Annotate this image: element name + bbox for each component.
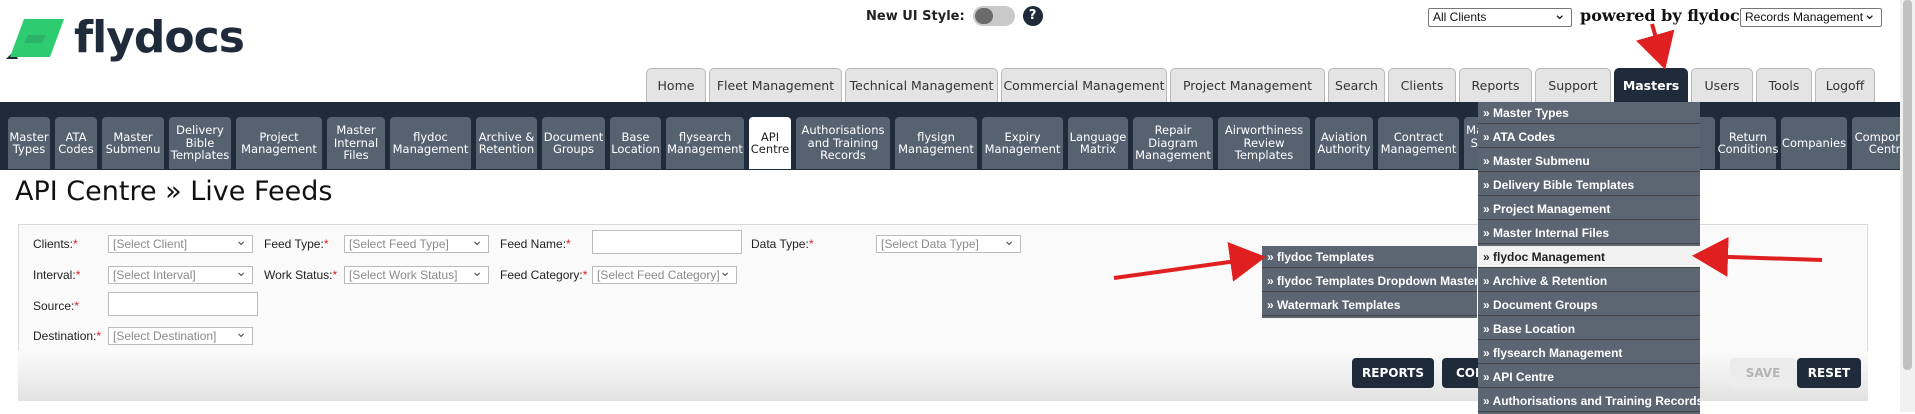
masters-menu-item-project-management[interactable]: » Project Management <box>1478 198 1700 220</box>
destination-select[interactable]: [Select Destination] <box>108 324 253 345</box>
logo-text: flydocs <box>74 12 245 63</box>
masters-menu-item-archive-retention[interactable]: » Archive & Retention <box>1478 270 1700 292</box>
source-label: Source:* <box>33 299 80 313</box>
masters-menu-item-api-centre[interactable]: » API Centre <box>1478 366 1700 388</box>
clients-select[interactable]: [Select Client] <box>108 232 253 253</box>
main-tab-home[interactable]: Home <box>646 68 706 102</box>
main-tab-users[interactable]: Users <box>1691 68 1753 102</box>
masters-menu-item-base-location[interactable]: » Base Location <box>1478 318 1700 340</box>
data-type-label: Data Type:* <box>751 237 814 251</box>
client-select[interactable]: All Clients <box>1428 5 1572 27</box>
flydoc-menu-item-flydoc-templates[interactable]: » flydoc Templates <box>1262 246 1477 268</box>
masters-dropdown-menu: » Master Types» ATA Codes» Master Submen… <box>1478 102 1700 414</box>
main-navigation: Home Fleet Management Technical Management… <box>646 68 1878 102</box>
feed-category-label: Feed Category:* <box>500 268 588 282</box>
feed-type-label: Feed Type:* <box>264 237 329 251</box>
sub-tab-language-matrix[interactable]: Language Matrix <box>1068 117 1128 169</box>
work-status-label: Work Status:* <box>264 268 338 282</box>
sub-tab-project-management[interactable]: Project Management <box>236 117 322 169</box>
interval-select[interactable]: [Select Interval] <box>108 263 253 284</box>
sub-tab-master-types[interactable]: Master Types <box>8 117 50 169</box>
sub-tab-contract-management[interactable]: Contract Management <box>1378 117 1459 169</box>
flydocs-logo[interactable]: flydocs <box>6 12 245 63</box>
masters-menu-item-delivery-bible-templates[interactable]: » Delivery Bible Templates <box>1478 174 1700 196</box>
masters-menu-item-authorisations-and-training-records[interactable]: » Authorisations and Training Records <box>1478 390 1700 412</box>
flydoc-menu-item-watermark-templates[interactable]: » Watermark Templates <box>1262 294 1477 316</box>
main-tab-clients[interactable]: Clients <box>1388 68 1456 102</box>
sub-tab-airworthiness-review-templates[interactable]: Airworthiness Review Templates <box>1218 117 1310 169</box>
flydoc-management-flyout: » flydoc Templates» flydoc Templates Dro… <box>1262 246 1477 318</box>
page-title: API Centre » Live Feeds <box>15 176 333 207</box>
main-tab-reports[interactable]: Reports <box>1459 68 1532 102</box>
sub-tab-flysign-management[interactable]: flysign Management <box>895 117 977 169</box>
main-tab-technical-management[interactable]: Technical Management <box>845 68 998 102</box>
sub-tab-ata-codes[interactable]: ATA Codes <box>55 117 97 169</box>
source-input[interactable] <box>108 292 258 316</box>
main-tab-logoff[interactable]: Logoff <box>1815 68 1875 102</box>
clients-label: Clients:* <box>33 237 78 251</box>
sub-tab-authorisations-and-training-records[interactable]: Authorisations and Training Records <box>796 117 890 169</box>
arrow-to-masters-tab <box>1636 23 1675 70</box>
main-tab-fleet-management[interactable]: Fleet Management <box>709 68 842 102</box>
main-tab-tools[interactable]: Tools <box>1756 68 1812 102</box>
sub-tab-base-location[interactable]: Base Location <box>610 117 661 169</box>
module-select[interactable]: Records Management <box>1740 5 1882 27</box>
masters-menu-item-master-types[interactable]: » Master Types <box>1478 102 1700 124</box>
new-ui-style: New UI Style: ? <box>866 6 1043 26</box>
main-tab-search[interactable]: Search <box>1328 68 1385 102</box>
feed-category-select[interactable]: [Select Feed Category] <box>592 263 737 284</box>
save-button: SAVE <box>1730 358 1796 388</box>
sub-tab-delivery-bible-templates[interactable]: Delivery Bible Templates <box>169 117 231 169</box>
flydoc-menu-item-flydoc-templates-dropdown-master[interactable]: » flydoc Templates Dropdown Master <box>1262 270 1477 292</box>
sub-tab-aviation-authority[interactable]: Aviation Authority <box>1315 117 1373 169</box>
data-type-select[interactable]: [Select Data Type] <box>876 232 1021 253</box>
sub-tab-archive-retention[interactable]: Archive & Retention <box>476 117 537 169</box>
sub-tab-master-internal-files[interactable]: Master Internal Files <box>327 117 385 169</box>
reset-button[interactable]: RESET <box>1797 358 1861 388</box>
feed-name-label: Feed Name:* <box>500 237 571 251</box>
main-tab-commercial-management[interactable]: Commercial Management <box>1001 68 1167 102</box>
destination-label: Destination:* <box>33 329 102 343</box>
masters-menu-item-document-groups[interactable]: » Document Groups <box>1478 294 1700 316</box>
sub-tab-flysearch-management[interactable]: flysearch Management <box>666 117 744 169</box>
main-tab-masters[interactable]: Masters <box>1614 68 1688 102</box>
sub-tab-expiry-management[interactable]: Expiry Management <box>982 117 1063 169</box>
new-ui-toggle[interactable] <box>972 6 1015 26</box>
scrollbar-thumb[interactable] <box>1903 0 1912 370</box>
help-icon[interactable]: ? <box>1022 6 1043 26</box>
sub-tab-repair-diagram-management[interactable]: Repair Diagram Management <box>1133 117 1213 169</box>
reports-button[interactable]: REPORTS <box>1352 358 1434 388</box>
powered-by: powered by flydocs <box>1580 6 1749 25</box>
work-status-select[interactable]: [Select Work Status] <box>344 263 489 284</box>
interval-label: Interval:* <box>33 268 81 282</box>
feed-name-input[interactable] <box>592 230 742 254</box>
feed-type-select[interactable]: [Select Feed Type] <box>344 232 489 253</box>
masters-menu-item-ata-codes[interactable]: » ATA Codes <box>1478 126 1700 148</box>
sub-tab-api-centre[interactable]: API Centre <box>749 117 791 169</box>
masters-menu-item-flydoc-management[interactable]: » flydoc Management <box>1478 246 1700 268</box>
sub-tab-companies[interactable]: Companies <box>1781 117 1847 169</box>
masters-menu-item-master-submenu[interactable]: » Master Submenu <box>1478 150 1700 172</box>
masters-menu-item-flysearch-management[interactable]: » flysearch Management <box>1478 342 1700 364</box>
sub-tab-flydoc-management[interactable]: flydoc Management <box>390 117 471 169</box>
new-ui-label: New UI Style: <box>866 8 965 24</box>
masters-menu-item-master-internal-files[interactable]: » Master Internal Files <box>1478 222 1700 244</box>
flydocs-logo-icon <box>6 18 64 59</box>
main-tab-project-management[interactable]: Project Management <box>1170 68 1325 102</box>
main-tab-support[interactable]: Support <box>1535 68 1611 102</box>
sub-tab-master-submenu[interactable]: Master Submenu <box>102 117 164 169</box>
sub-tab-return-conditions[interactable]: Return Conditions <box>1718 117 1778 169</box>
sub-tab-document-groups[interactable]: Document Groups <box>542 117 605 169</box>
